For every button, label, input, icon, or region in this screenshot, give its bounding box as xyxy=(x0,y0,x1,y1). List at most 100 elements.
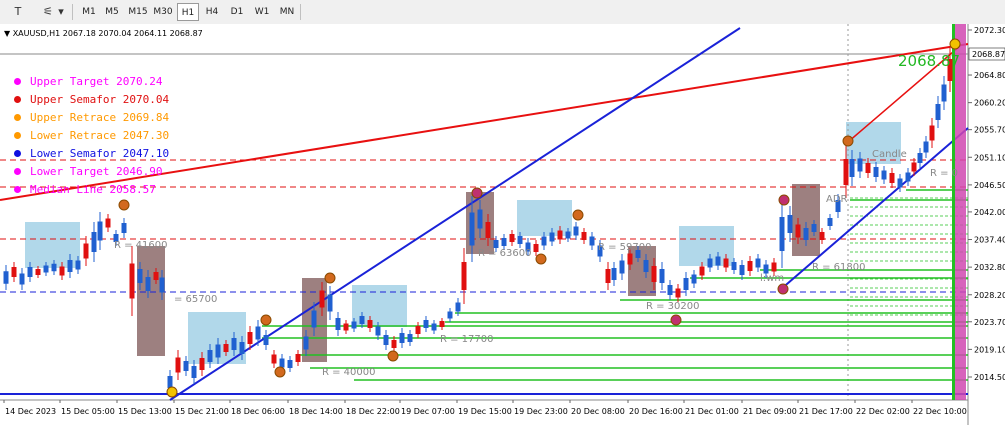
time-tick-label: 15 Dec 21:00 xyxy=(175,407,229,416)
candle-body xyxy=(723,258,729,268)
candle-body xyxy=(271,354,277,364)
candle-body xyxy=(263,335,269,345)
timeframe-m15[interactable]: M15 xyxy=(127,3,149,21)
shapes-tool-icon[interactable]: ⚟ xyxy=(38,3,58,21)
candle-body xyxy=(431,323,437,331)
candle-body xyxy=(581,232,587,240)
legend-label: Median Line 2058.57 xyxy=(30,182,156,196)
legend-dot-icon xyxy=(14,131,21,139)
semafor-marker-icon xyxy=(324,272,336,284)
time-tick-label: 19 Dec 15:00 xyxy=(458,407,512,416)
candle-body xyxy=(911,162,917,172)
symbol-info: ▼ XAUUSD,H1 2067.18 2070.04 2064.11 2068… xyxy=(4,29,203,38)
candle-body xyxy=(755,258,761,268)
candle-body xyxy=(199,358,205,370)
time-tick-label: 18 Dec 22:00 xyxy=(346,407,400,416)
price-tick-label: 2037.40 xyxy=(974,236,1005,245)
r-annotation: R = 0 xyxy=(930,168,958,179)
legend-label: Upper Retrace 2069.84 xyxy=(30,110,170,124)
candle-body xyxy=(343,323,349,331)
candle-body xyxy=(447,311,453,319)
candle-body xyxy=(485,222,491,238)
candle-body xyxy=(327,294,333,312)
candle-body xyxy=(335,318,341,330)
price-tick-label: 2014.50 xyxy=(974,373,1005,382)
price-tick-label: 2064.80 xyxy=(974,71,1005,80)
semafor-marker-icon xyxy=(778,194,790,206)
legend-item: Lower Target 2046.90 xyxy=(14,162,169,180)
candle-body xyxy=(43,265,49,273)
lows-annotation: l:wm xyxy=(760,273,784,284)
candle-body xyxy=(659,269,665,283)
candle-body xyxy=(557,230,563,240)
candle-body xyxy=(881,170,887,180)
price-tick-label: 2023.70 xyxy=(974,318,1005,327)
candle-body xyxy=(415,326,421,334)
semafor-marker-icon xyxy=(535,253,547,265)
candle-body xyxy=(857,158,863,172)
candle-body xyxy=(509,234,515,242)
candle-body xyxy=(541,236,547,246)
candle-body xyxy=(873,167,879,177)
big-price-label: 2068.87 xyxy=(898,52,960,70)
time-tick-label: 20 Dec 16:00 xyxy=(629,407,683,416)
candle-body xyxy=(469,212,475,246)
candle-body xyxy=(145,277,151,291)
time-tick-label: 21 Dec 01:00 xyxy=(685,407,739,416)
timeframe-m30[interactable]: M30 xyxy=(152,3,174,21)
r-annotation: R = 59700 xyxy=(598,242,652,253)
candle-body xyxy=(929,125,935,141)
candle-body xyxy=(849,159,855,177)
range-box xyxy=(137,246,165,356)
candle-body xyxy=(391,340,397,348)
candle-body xyxy=(407,334,413,342)
timeframe-h1[interactable]: H1 xyxy=(177,3,199,21)
candle-body xyxy=(129,263,135,299)
price-tick-label: 2028.20 xyxy=(974,291,1005,300)
candle-body xyxy=(287,360,293,368)
time-tick-label: 19 Dec 23:00 xyxy=(514,407,568,416)
candle-body xyxy=(611,268,617,280)
candle-body xyxy=(889,173,895,183)
candle-body xyxy=(239,342,245,354)
candle-body xyxy=(795,224,801,238)
candle-body xyxy=(375,326,381,336)
time-tick-label: 18 Dec 14:00 xyxy=(289,407,343,416)
text-tool-icon[interactable]: T xyxy=(8,3,28,21)
candle-body xyxy=(137,269,143,283)
candle-body xyxy=(67,260,73,272)
candle-body xyxy=(351,321,357,329)
time-tick-label: 20 Dec 08:00 xyxy=(571,407,625,416)
candle-body xyxy=(51,263,57,272)
current-price-label: 2068.87 xyxy=(972,50,1005,59)
semafor-marker-icon xyxy=(777,283,789,295)
timeframe-m1[interactable]: M1 xyxy=(78,3,100,21)
price-chart[interactable]: 2072.30 2064.80 2060.20 2055.70 2051.10 2046.… xyxy=(0,24,1005,425)
time-tick-label: 15 Dec 05:00 xyxy=(61,407,115,416)
session-box xyxy=(517,200,572,236)
timeframe-mn[interactable]: MN xyxy=(276,3,298,21)
semafor-marker-icon xyxy=(842,135,854,147)
timeframe-w1[interactable]: W1 xyxy=(251,3,273,21)
candle-body xyxy=(811,224,817,232)
chevron-down-icon[interactable]: ▾ xyxy=(56,3,66,21)
candle-body xyxy=(549,232,555,242)
timeframe-m5[interactable]: M5 xyxy=(101,3,123,21)
semafor-marker-icon xyxy=(670,314,682,326)
legend-dot-icon xyxy=(14,77,21,85)
candle-body xyxy=(573,226,579,236)
timeframe-h4[interactable]: H4 xyxy=(201,3,223,21)
timeframe-d1[interactable]: D1 xyxy=(226,3,248,21)
candle-body xyxy=(533,244,539,252)
legend-dot-icon xyxy=(14,167,21,175)
candle-body xyxy=(367,320,373,328)
candle-body xyxy=(11,267,17,277)
candle-body xyxy=(803,228,809,240)
candle-body xyxy=(75,260,81,270)
candle-body xyxy=(771,262,777,272)
time-tick-label: 18 Dec 06:00 xyxy=(231,407,285,416)
candle-body xyxy=(731,262,737,270)
price-axis xyxy=(968,24,1005,425)
candle-body xyxy=(105,218,111,228)
candle-body xyxy=(183,361,189,371)
